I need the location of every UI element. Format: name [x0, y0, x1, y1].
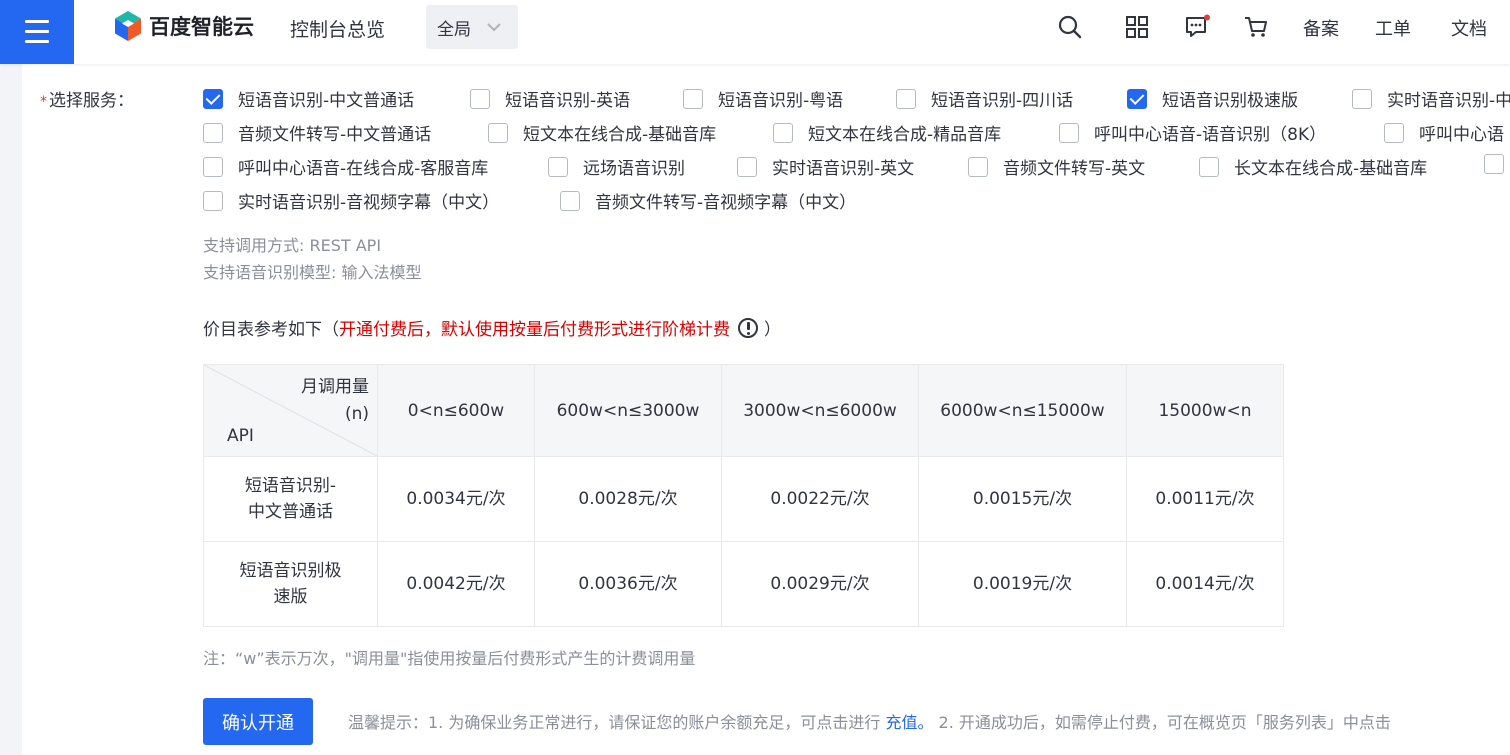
tier-header: 0<n≤600w — [377, 364, 535, 457]
checkbox[interactable] — [1059, 122, 1079, 143]
table-row: 短语音识别极 速版 0.0042元/次 0.0036元/次 0.0029元/次 0… — [203, 541, 1284, 627]
confirm-activate-button[interactable]: 确认开通 — [203, 698, 313, 745]
price-cell: 0.0019元/次 — [918, 541, 1127, 627]
service-checkbox[interactable]: 呼叫中心语音-语音识别（8K） — [1059, 120, 1326, 145]
checkbox[interactable] — [1352, 88, 1372, 109]
api-name-cell: 短语音识别- 中文普通话 — [203, 456, 378, 542]
service-checkbox[interactable]: 长文本在线合成-基础音库 — [1199, 154, 1427, 179]
checkbox[interactable] — [1384, 122, 1404, 143]
table-header-row: 月调用量 (n) API 0<n≤600w 600w<n≤3000w 3000w<… — [203, 364, 1284, 457]
checkbox[interactable] — [737, 156, 757, 177]
region-value: 全局 — [437, 19, 471, 40]
nav-link-ticket[interactable]: 工单 — [1375, 15, 1411, 41]
service-checkbox[interactable]: 短语音识别-英语 — [470, 86, 630, 111]
console-title[interactable]: 控制台总览 — [290, 15, 385, 42]
logo-text: 百度智能云 — [149, 15, 254, 39]
service-checkbox[interactable]: 远场语音识别 — [548, 154, 685, 179]
support-method-text: 支持调用方式: REST API — [203, 236, 382, 255]
tier-header: 15000w<n — [1126, 364, 1284, 457]
support-model-text: 支持语音识别模型: 输入法模型 — [203, 263, 422, 282]
checkbox[interactable] — [773, 122, 793, 143]
menu-icon[interactable] — [0, 0, 74, 64]
price-cell: 0.0036元/次 — [534, 541, 722, 627]
grid-apps-icon[interactable] — [1124, 14, 1150, 40]
checkbox[interactable] — [470, 88, 490, 109]
price-cell: 0.0029元/次 — [721, 541, 919, 627]
chevron-down-icon — [487, 23, 501, 32]
service-checkbox[interactable]: 实时语音识别-英文 — [737, 154, 914, 179]
cube-logo-icon — [115, 11, 141, 41]
api-name-cell: 短语音识别极 速版 — [203, 541, 378, 627]
checkbox[interactable] — [203, 88, 223, 109]
billing-warning: 开通付费后，默认使用按量后付费形式进行阶梯计费 — [339, 320, 730, 340]
service-checkbox[interactable]: 实时语音识别-中 — [1352, 86, 1510, 111]
price-cell: 0.0022元/次 — [721, 456, 919, 542]
tier-header: 6000w<n≤15000w — [918, 364, 1127, 457]
service-checkbox[interactable]: 呼叫中心语音-在线合成-客服音库 — [203, 154, 488, 179]
service-checkbox[interactable]: 音频文件转写-音视频字幕（中文） — [560, 188, 856, 213]
search-icon[interactable] — [1057, 14, 1083, 40]
table-row: 短语音识别- 中文普通话 0.0034元/次 0.0028元/次 0.0022元/… — [203, 456, 1284, 542]
checkbox[interactable] — [1199, 156, 1219, 177]
service-checkbox[interactable]: 音频文件转写-英文 — [968, 154, 1145, 179]
nav-link-docs[interactable]: 文档 — [1451, 15, 1487, 41]
recharge-link[interactable]: 充值。 — [885, 713, 933, 732]
pricing-table: 月调用量 (n) API 0<n≤600w 600w<n≤3000w 3000w<… — [203, 364, 1284, 627]
pricing-note: 注：“w”表示万次，"调用量"指使用按量后付费形式产生的计费调用量 — [203, 649, 696, 668]
price-cell: 0.0042元/次 — [377, 541, 535, 627]
top-bar: 百度智能云 控制台总览 全局 备案 工单 文档 — [0, 0, 1510, 64]
service-checkbox[interactable]: 短文本在线合成-精品音库 — [773, 120, 1001, 145]
checkbox[interactable] — [896, 88, 916, 109]
checkbox[interactable] — [203, 156, 223, 177]
price-cell: 0.0014元/次 — [1126, 541, 1284, 627]
tier-header: 3000w<n≤6000w — [721, 364, 919, 457]
checkbox[interactable] — [1127, 88, 1147, 109]
warm-tip: 温馨提示：1. 为确保业务正常进行，请保证您的账户余额充足，可点击进行 充值。 … — [348, 713, 1391, 732]
service-checkbox[interactable]: 实时语音识别-音视频字幕（中文） — [203, 188, 499, 213]
checkbox[interactable] — [1484, 154, 1504, 174]
nav-link-filing[interactable]: 备案 — [1303, 15, 1339, 41]
checkbox[interactable] — [548, 156, 568, 177]
message-icon[interactable] — [1184, 14, 1210, 40]
cart-icon[interactable] — [1243, 14, 1269, 40]
corner-header-cell: 月调用量 (n) API — [203, 364, 378, 457]
service-label: * 选择服务： — [40, 91, 134, 111]
price-cell: 0.0028元/次 — [534, 456, 722, 542]
price-cell: 0.0015元/次 — [918, 456, 1127, 542]
service-checkbox[interactable]: 呼叫中心语 — [1384, 120, 1504, 145]
service-checkbox[interactable]: 短语音识别-粤语 — [683, 86, 843, 111]
service-checkbox[interactable]: 短文本在线合成-基础音库 — [488, 120, 716, 145]
checkbox[interactable] — [203, 122, 223, 143]
price-cell: 0.0034元/次 — [377, 456, 535, 542]
region-select[interactable]: 全局 — [426, 5, 518, 49]
checkbox[interactable] — [203, 190, 223, 211]
info-icon[interactable] — [738, 317, 758, 338]
checkbox[interactable] — [560, 190, 580, 211]
service-checkbox[interactable]: 音频文件转写-中文普通话 — [203, 120, 431, 145]
tier-header: 600w<n≤3000w — [534, 364, 722, 457]
checkbox[interactable] — [968, 156, 988, 177]
service-checkbox[interactable]: 短语音识别极速版 — [1127, 86, 1298, 111]
pricing-title: 价目表参考如下（ 开通付费后，默认使用按量后付费形式进行阶梯计费 ） — [203, 315, 781, 340]
service-checkbox[interactable]: 短语音识别-中文普通话 — [203, 86, 414, 111]
logo[interactable]: 百度智能云 — [113, 10, 254, 42]
checkbox[interactable] — [488, 122, 508, 143]
checkbox[interactable] — [683, 88, 703, 109]
price-cell: 0.0011元/次 — [1126, 456, 1284, 542]
service-checkbox[interactable] — [1484, 154, 1504, 174]
service-checkbox[interactable]: 短语音识别-四川话 — [896, 86, 1073, 111]
